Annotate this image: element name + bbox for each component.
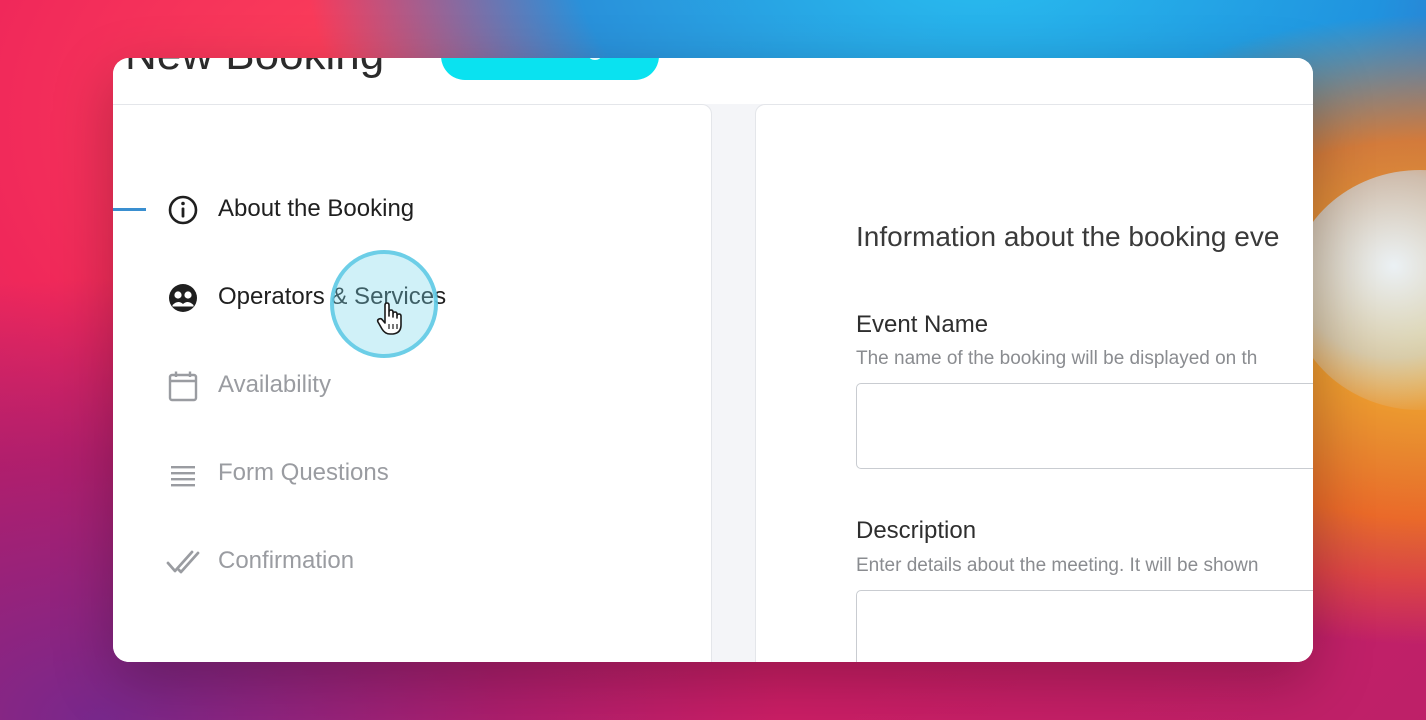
- sidebar-item-label: Operators & Services: [218, 283, 447, 310]
- event-name-input[interactable]: [856, 383, 1313, 469]
- sidebar-item-label: Availability: [218, 371, 331, 398]
- sidebar-item-confirmation[interactable]: Confirmation: [113, 531, 711, 591]
- description-label: Description: [856, 517, 977, 544]
- page-title: New Booking: [125, 58, 384, 80]
- sidebar-item-operators-services[interactable]: Operators & Services: [113, 267, 711, 327]
- section-title: Information about the booking eve: [856, 221, 1280, 252]
- sidebar-item-label: Confirmation: [218, 547, 355, 574]
- calendar-icon: [168, 371, 198, 402]
- top-bar: New Booking: [113, 58, 1313, 104]
- event-name-help: The name of the booking will be displaye…: [856, 348, 1258, 369]
- active-step-indicator: [113, 208, 146, 211]
- description-help: Enter details about the meeting. It will…: [856, 555, 1259, 576]
- double-check-icon: [166, 550, 200, 574]
- sidebar-item-label: About the Booking: [218, 195, 415, 222]
- sidebar-item-about-the-booking[interactable]: About the Booking: [113, 179, 711, 239]
- button-icon: [589, 58, 601, 60]
- event-name-label: Event Name: [856, 311, 989, 338]
- top-action-button[interactable]: [441, 58, 659, 80]
- desktop-background: New Booking About the Booking: [0, 0, 1426, 720]
- operators-icon: [169, 284, 197, 312]
- booking-window: New Booking About the Booking: [113, 58, 1313, 662]
- sidebar-item-form-questions[interactable]: Form Questions: [113, 443, 711, 503]
- list-lines-icon: [171, 466, 195, 487]
- info-circle-icon: [168, 195, 198, 225]
- sidebar-item-label: Form Questions: [218, 459, 389, 486]
- steps-sidebar: About the Booking Operators & Services A…: [113, 104, 712, 662]
- booking-form-panel: Information about the booking eve Event …: [755, 104, 1313, 662]
- sidebar-item-availability[interactable]: Availability: [113, 355, 711, 415]
- description-input[interactable]: [856, 590, 1313, 662]
